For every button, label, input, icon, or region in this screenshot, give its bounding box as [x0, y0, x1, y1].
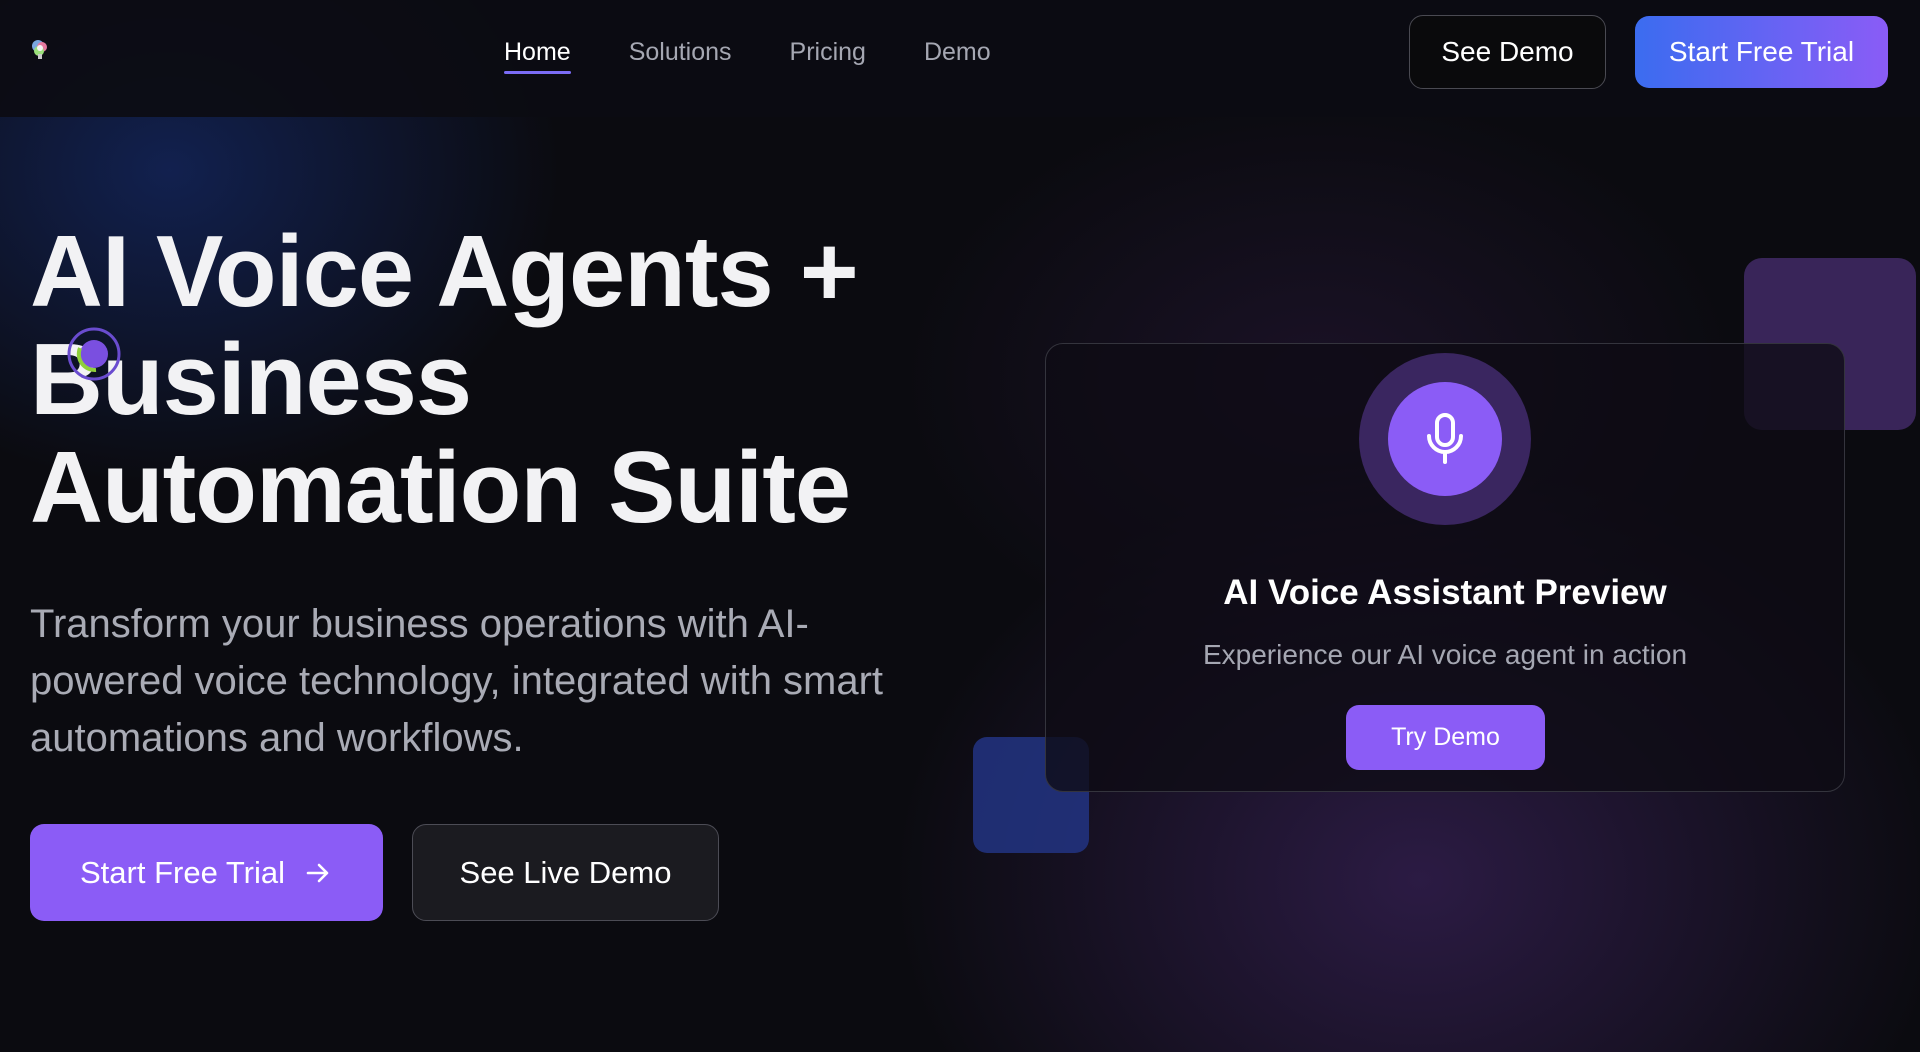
start-free-trial-button[interactable]: Start Free Trial [30, 824, 383, 921]
see-demo-button[interactable]: See Demo [1409, 15, 1606, 89]
hero-title: AI Voice Agents + Business Automation Su… [30, 218, 930, 542]
microphone-icon [1427, 413, 1463, 464]
hero-title-line-2: Business [30, 324, 472, 436]
logo-text [54, 44, 98, 56]
microphone-button[interactable] [1388, 382, 1502, 496]
top-navbar: Home Solutions Pricing Demo See Demo Sta… [0, 0, 1920, 117]
cursor-highlight-icon [67, 327, 121, 381]
voice-assistant-preview-card: AI Voice Assistant Preview Experience ou… [1045, 343, 1845, 792]
microphone-badge [1359, 353, 1531, 525]
main-nav: Home Solutions Pricing Demo [504, 36, 991, 76]
nav-home[interactable]: Home [504, 36, 571, 76]
start-free-trial-label: Start Free Trial [80, 854, 285, 890]
brand-logo[interactable] [30, 38, 100, 64]
hero-title-line-1: AI Voice Agents + [30, 216, 859, 328]
try-demo-button[interactable]: Try Demo [1346, 705, 1545, 770]
preview-card-subtitle: Experience our AI voice agent in action [1202, 639, 1688, 670]
see-live-demo-button[interactable]: See Live Demo [412, 824, 719, 921]
nav-demo[interactable]: Demo [924, 36, 991, 76]
preview-card-title: AI Voice Assistant Preview [1223, 573, 1667, 612]
start-free-trial-header-button[interactable]: Start Free Trial [1635, 16, 1888, 88]
arrow-right-icon [306, 863, 329, 882]
hero-subtitle: Transform your business operations with … [30, 602, 884, 760]
nav-pricing[interactable]: Pricing [790, 36, 866, 76]
logo-icon [32, 40, 47, 59]
hero-title-line-3: Automation Suite [30, 432, 851, 544]
landing-page: Home Solutions Pricing Demo See Demo Sta… [0, 0, 1920, 1052]
nav-solutions[interactable]: Solutions [629, 36, 732, 76]
